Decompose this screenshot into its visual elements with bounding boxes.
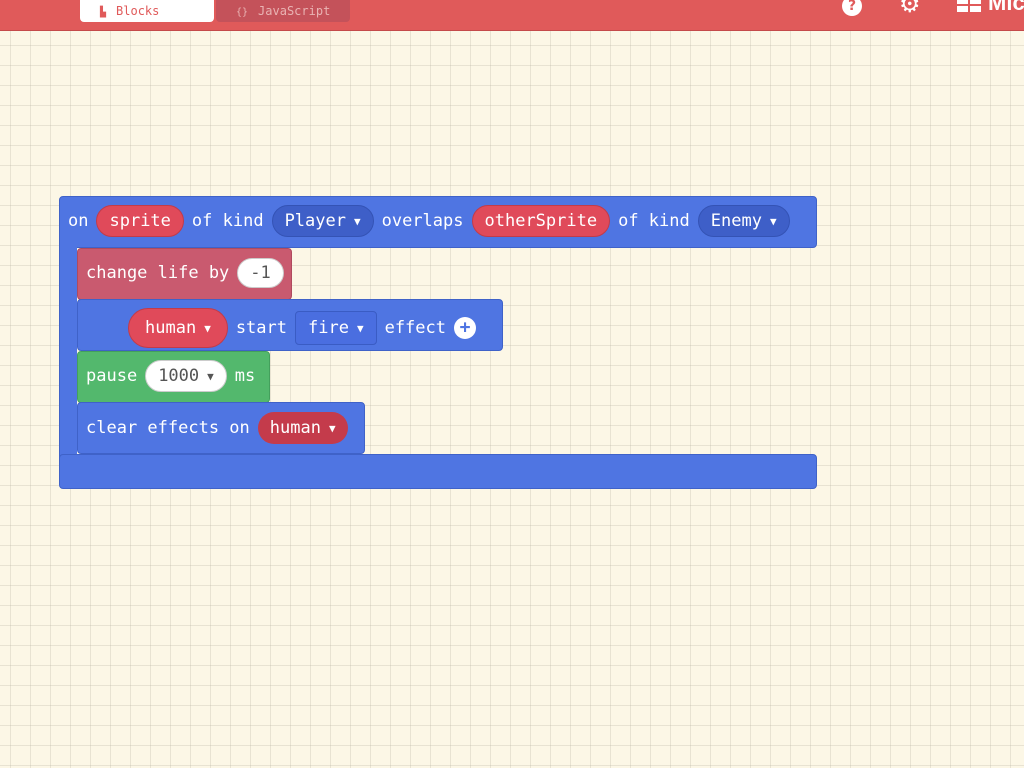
start-effect-row: human ▼ start fire ▼ effect +	[128, 308, 476, 348]
pause-label: pause	[86, 366, 138, 386]
kind-dropdown-player[interactable]: Player ▼	[271, 205, 374, 237]
event-block-left-arm	[59, 244, 77, 458]
top-bar: ▙ Blocks {} JavaScript ? ⚙ Mic	[0, 0, 1024, 31]
effect-name: fire	[308, 318, 349, 338]
braces-icon: {}	[236, 7, 249, 18]
event-block-bottom	[59, 454, 817, 489]
help-icon[interactable]: ?	[842, 0, 862, 16]
caret-down-icon: ▼	[207, 369, 214, 383]
life-amount-input[interactable]: -1	[237, 258, 284, 288]
brand-text: Mic	[988, 0, 1024, 15]
tab-blocks-label: Blocks	[116, 4, 160, 18]
clear-effects-label: clear effects on	[86, 418, 250, 438]
change-life-label: change life by	[86, 263, 230, 283]
microsoft-logo	[957, 0, 981, 12]
sprite-variable[interactable]: sprite	[96, 205, 184, 237]
pause-unit: ms	[234, 366, 256, 386]
human-sprite-dropdown[interactable]: human ▼	[128, 308, 228, 348]
pause-duration-dropdown[interactable]: 1000 ▼	[145, 360, 227, 392]
clear-effects-sprite-dropdown[interactable]: human ▼	[257, 412, 348, 444]
tab-javascript-label: JavaScript	[258, 4, 331, 18]
pause-value: 1000	[158, 366, 200, 386]
caret-down-icon: ▼	[328, 421, 336, 435]
pause-row: pause 1000 ▼ ms	[86, 360, 255, 392]
blocks-icon: ▙	[100, 7, 107, 18]
clear-sprite-name: human	[269, 418, 321, 438]
event-block-row: on sprite of kind Player ▼ overlaps othe…	[68, 205, 790, 237]
tab-javascript[interactable]: {} JavaScript	[216, 0, 350, 22]
other-sprite-variable[interactable]: otherSprite	[471, 205, 611, 237]
caret-down-icon: ▼	[204, 321, 211, 335]
gear-icon[interactable]: ⚙	[899, 0, 921, 16]
caret-down-icon: ▼	[353, 214, 361, 228]
of-kind-label: of kind	[191, 211, 264, 231]
effect-dropdown[interactable]: fire ▼	[295, 311, 377, 345]
caret-down-icon: ▼	[356, 321, 364, 335]
kind-value: Player	[284, 211, 346, 231]
kind-value-2: Enemy	[710, 211, 762, 231]
on-label: on	[68, 211, 89, 231]
clear-effects-row: clear effects on human ▼	[86, 412, 348, 444]
sprite-name: human	[145, 318, 197, 338]
change-life-row: change life by -1	[86, 258, 284, 288]
tab-blocks[interactable]: ▙ Blocks	[80, 0, 214, 22]
caret-down-icon: ▼	[769, 214, 777, 228]
kind-dropdown-enemy[interactable]: Enemy ▼	[697, 205, 790, 237]
effect-label: effect	[384, 318, 446, 338]
overlaps-label: overlaps	[381, 211, 464, 231]
of-kind-label-2: of kind	[618, 211, 690, 231]
plus-icon[interactable]: +	[454, 317, 476, 339]
start-label: start	[235, 318, 287, 338]
